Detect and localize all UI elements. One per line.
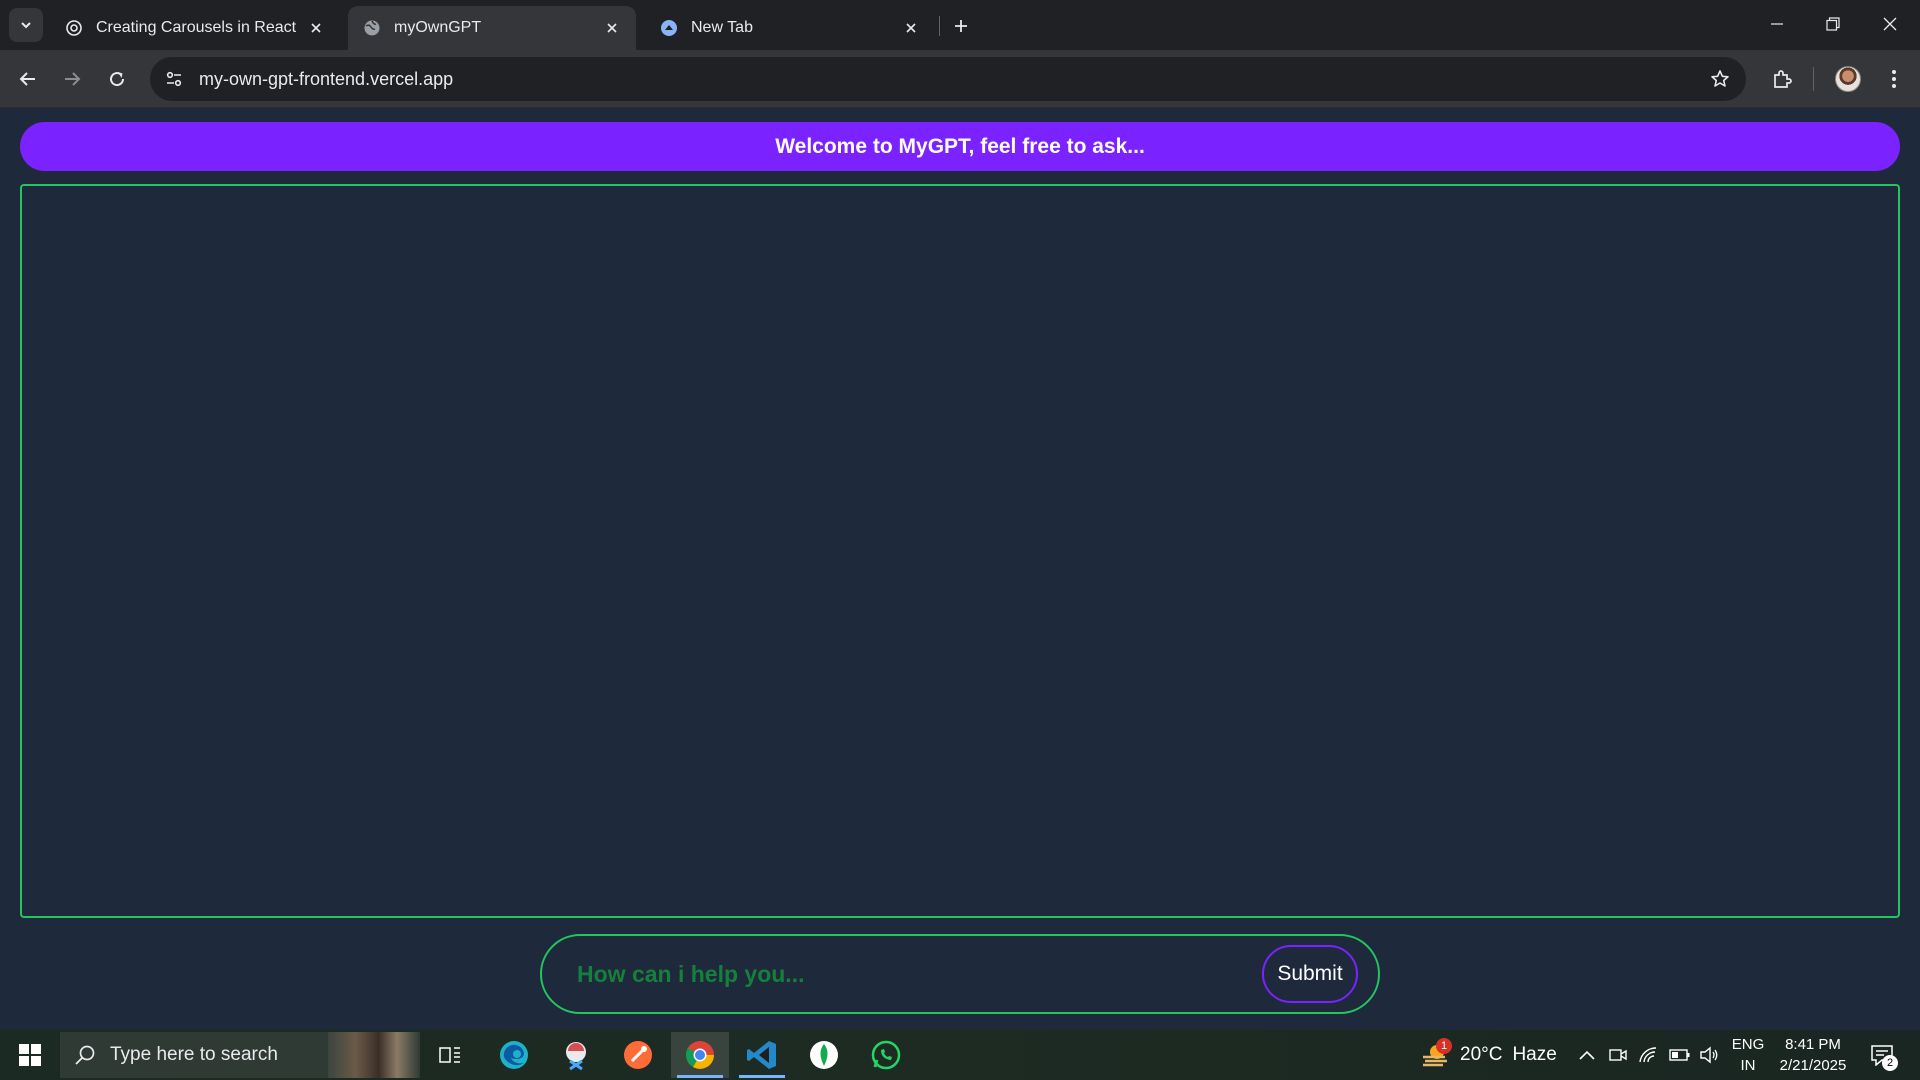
edge-app[interactable] [485,1032,543,1078]
weather-temp: 20°C [1460,1044,1503,1065]
speaker-icon [1700,1046,1718,1064]
close-icon[interactable] [306,18,326,38]
active-indicator [677,1075,723,1078]
url-text[interactable]: my-own-gpt-frontend.vercel.app [199,69,453,90]
whatsapp-app[interactable] [857,1032,915,1078]
browser-tab-strip: Creating Carousels in React myOwnGPT New… [0,0,1920,50]
task-view-button[interactable] [421,1032,479,1078]
app-page: Welcome to MyGPT, feel free to ask... Su… [0,108,1920,1030]
globe-icon [362,18,382,38]
tab-new-tab[interactable]: New Tab [645,6,935,50]
tab-divider [939,16,940,36]
address-bar[interactable]: my-own-gpt-frontend.vercel.app [150,57,1746,101]
taskbar-search[interactable]: Type here to search [60,1032,420,1078]
welcome-banner: Welcome to MyGPT, feel free to ask... [20,122,1900,171]
postman-icon [624,1041,652,1069]
toolbar-divider [1813,67,1814,91]
minimize-icon [1771,23,1783,25]
wifi-icon [1639,1047,1657,1063]
browser-menu-button[interactable] [1878,63,1910,95]
site-settings-icon[interactable] [152,57,196,101]
weather-widget[interactable]: 1 20°C Haze [1420,1030,1557,1080]
vscode-icon [747,1041,776,1069]
language-code: ENG [1731,1036,1765,1053]
tab-title: myOwnGPT [394,19,482,36]
profile-button[interactable] [1832,63,1864,95]
region-code: IN [1740,1057,1756,1074]
battery-icon [1669,1049,1690,1061]
windows-taskbar: Type here to search 1 20°C Haze ENG IN 8… [0,1030,1920,1080]
postman-app[interactable] [609,1032,667,1078]
puzzle-icon [1774,70,1792,88]
plus-icon [955,20,967,32]
reload-icon [110,72,125,87]
arrow-left-icon [19,72,35,86]
start-button[interactable] [8,1035,52,1075]
running-indicator [739,1075,785,1078]
forward-button[interactable] [56,63,88,95]
network-button[interactable] [1638,1030,1658,1080]
prompt-form: Submit [540,934,1380,1014]
search-highlight-image [328,1032,420,1078]
extensions-button[interactable] [1766,63,1798,95]
chevron-up-icon [1579,1050,1595,1060]
chrome-icon [686,1041,714,1069]
tab-search-button[interactable] [9,8,43,42]
mongodb-icon [810,1041,838,1069]
arrow-right-icon [65,72,81,86]
close-window-button[interactable] [1870,6,1910,42]
submit-button[interactable]: Submit [1262,945,1358,1003]
prompt-input[interactable] [577,960,1378,988]
tab-creating-carousels[interactable]: Creating Carousels in React [50,6,340,50]
openai-icon [64,18,84,38]
chevron-down-icon [21,22,31,29]
vscode-app[interactable] [733,1032,791,1078]
back-button[interactable] [12,63,44,95]
tab-myowngpt[interactable]: myOwnGPT [348,6,636,50]
weather-condition: Haze [1512,1044,1557,1065]
reload-button[interactable] [101,63,133,95]
task-view-icon [439,1047,460,1063]
camera-icon [1609,1049,1627,1061]
edge-icon [500,1041,528,1069]
close-icon[interactable] [901,18,921,38]
notification-count-badge: 2 [1882,1055,1898,1071]
clock-date: 2/21/2025 [1779,1057,1847,1074]
browser-toolbar: my-own-gpt-frontend.vercel.app [0,50,1920,108]
chrome-newtab-icon [659,18,679,38]
windows-logo-icon [19,1044,41,1066]
close-icon[interactable] [602,18,622,38]
meet-now-button[interactable] [1609,1030,1627,1080]
snipping-app[interactable] [547,1032,605,1078]
snipping-tool-icon [566,1042,586,1071]
search-icon [75,1045,95,1065]
chrome-app[interactable] [671,1032,729,1078]
bookmark-star-icon[interactable] [1708,67,1732,91]
tab-title: New Tab [691,19,753,36]
new-tab-button[interactable] [948,13,974,39]
input-language-button[interactable]: ENG IN [1728,1034,1768,1076]
tab-title: Creating Carousels in React [96,19,297,36]
whatsapp-icon [871,1040,901,1070]
clock-time: 8:41 PM [1785,1036,1841,1053]
clock-button[interactable]: 8:41 PM 2/21/2025 [1770,1034,1856,1076]
weather-haze-icon: 1 [1420,1038,1454,1070]
battery-button[interactable] [1669,1030,1691,1080]
volume-button[interactable] [1699,1030,1719,1080]
chat-history-area [20,184,1900,918]
restore-icon [1826,17,1840,31]
notification-center-button[interactable]: 2 [1866,1039,1898,1071]
avatar [1835,66,1861,92]
minimize-button[interactable] [1757,6,1797,42]
weather-alert-badge: 1 [1436,1038,1452,1054]
close-icon [1883,17,1897,31]
taskbar-search-placeholder: Type here to search [110,1044,278,1065]
show-hidden-icons-button[interactable] [1578,1030,1596,1080]
restore-button[interactable] [1813,6,1853,42]
mongodb-compass-app[interactable] [795,1032,853,1078]
more-vertical-icon [1892,70,1896,88]
